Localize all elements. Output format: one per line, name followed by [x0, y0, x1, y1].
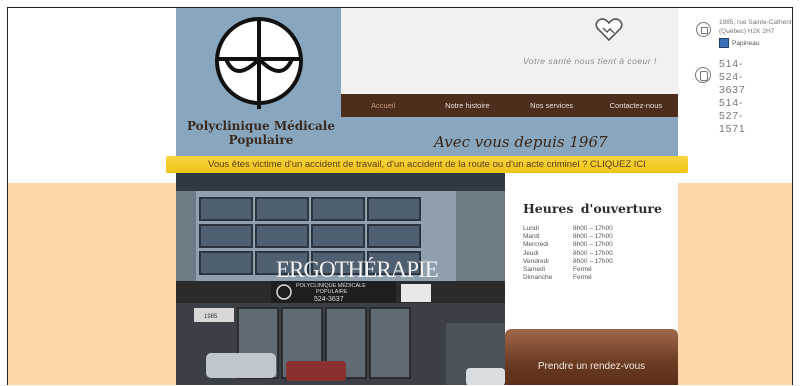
- hours-row: Dimanche Fermé: [523, 274, 592, 282]
- metro-label: Papineau: [732, 39, 760, 47]
- street-number: 1985: [204, 314, 218, 320]
- hours-row: Lundi 8h00 – 17h00: [523, 225, 613, 232]
- accident-alert-banner[interactable]: Vous êtes victime d'un accident de trava…: [166, 156, 688, 173]
- clinic-building-photo: ERGOTHÉRAPIE POLYCLINIQUE MÉDICALE POPUL…: [176, 173, 505, 385]
- phone-2[interactable]: 514-527-1571: [719, 97, 746, 136]
- phone-numbers: 514-524-3637 514-527-1571: [719, 58, 746, 136]
- logo-cross-icon[interactable]: [214, 13, 304, 113]
- metro-info: Papineau: [719, 38, 759, 48]
- svg-text:POPULAIRE: POPULAIRE: [316, 289, 348, 295]
- hours-row: Mercredi 8h00 – 17h00: [523, 241, 613, 249]
- main-nav: Accueil Notre histoire Nos services Cont…: [341, 94, 678, 117]
- hours-row: Vendredi 8h00 – 17h00: [523, 257, 613, 265]
- svg-text:524-3637: 524-3637: [314, 296, 344, 303]
- building-sign: ERGOTHÉRAPIE: [276, 257, 438, 282]
- heart-handshake-icon: [595, 18, 623, 42]
- nav-item-nos-services[interactable]: Nos services: [510, 94, 594, 117]
- address-text: 1985, rue Sainte-Catherine Est Montréal …: [719, 19, 793, 35]
- alert-text: Vous êtes victime d'un accident de trava…: [208, 159, 646, 170]
- hours-row: Mardi 8h00 – 17h00: [523, 233, 613, 241]
- appointment-button[interactable]: Prendre un rendez-vous: [505, 329, 678, 385]
- browser-viewport: Polyclinique Médicale Populaire Votre sa…: [7, 7, 793, 385]
- clinic-sign: POLYCLINIQUE MÉDICALE POPULAIRE 524-3637: [271, 281, 396, 303]
- nav-item-accueil[interactable]: Accueil: [341, 94, 425, 117]
- nav-item-contactez-nous[interactable]: Contactez-nous: [594, 94, 678, 117]
- since-banner: Avec vous depuis 1967: [434, 133, 608, 151]
- hours-row: Samedi Fermé: [523, 266, 592, 274]
- phone-icon: [695, 67, 711, 83]
- metro-icon: [719, 38, 729, 48]
- phone-1[interactable]: 514-524-3637: [719, 58, 746, 97]
- svg-text:POLYCLINIQUE MÉDICALE: POLYCLINIQUE MÉDICALE: [296, 282, 366, 289]
- appointment-label: Prendre un rendez-vous: [537, 361, 646, 372]
- header-info-panel: Votre santé nous tient à coeur ! 1985, r…: [341, 8, 792, 135]
- nav-item-notre-histoire[interactable]: Notre histoire: [425, 94, 509, 117]
- site-header: Polyclinique Médicale Populaire Votre sa…: [176, 8, 792, 173]
- hours-title: Heures d'ouverture: [523, 201, 662, 216]
- clinic-name: Polyclinique Médicale Populaire: [186, 119, 335, 147]
- hours-table: Lundi 8h00 – 17h00 Mardi 8h00 – 17h00 Merc…: [523, 225, 613, 282]
- address-icon: [696, 22, 711, 37]
- hours-row: Jeudi 8h00 – 17h00: [523, 249, 613, 257]
- tagline: Votre santé nous tient à coeur !: [523, 56, 657, 66]
